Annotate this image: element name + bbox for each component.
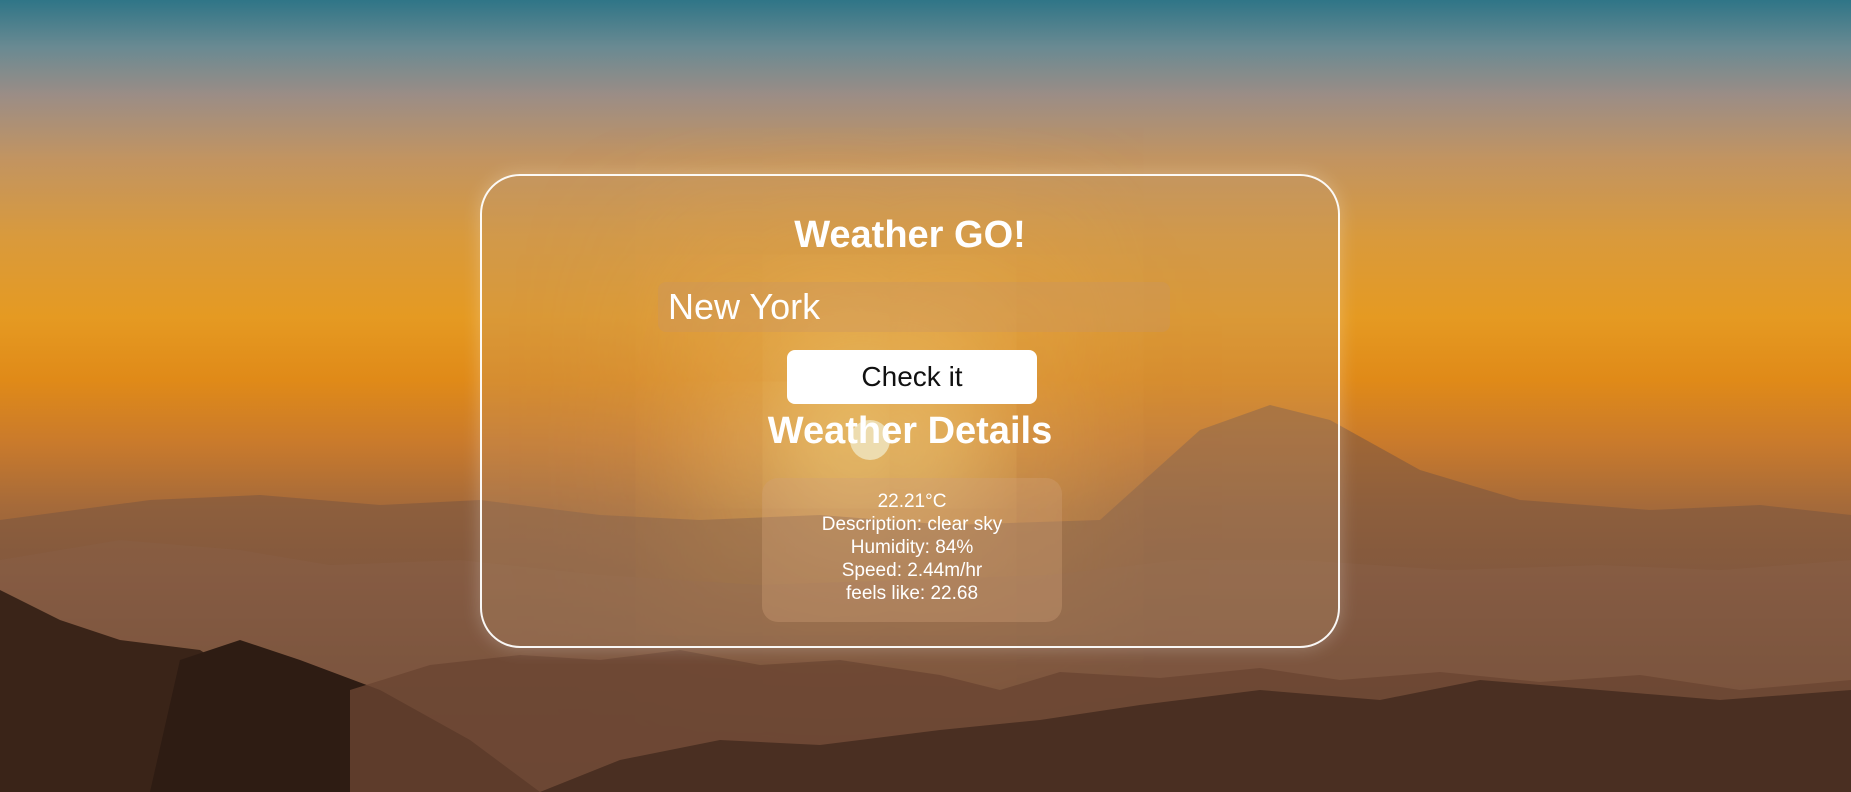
weather-details-panel: 22.21°C Description: clear sky Humidity:… — [762, 478, 1062, 622]
app-title: Weather GO! — [794, 214, 1026, 256]
weather-details-heading: Weather Details — [767, 410, 1053, 452]
city-search-input[interactable] — [658, 282, 1170, 332]
feels-like-value: feels like: 22.68 — [845, 583, 979, 604]
humidity-value: Humidity: 84% — [850, 537, 974, 558]
description-value: Description: clear sky — [821, 514, 1003, 535]
check-it-button[interactable]: Check it — [787, 350, 1037, 404]
wind-speed-value: Speed: 2.44m/hr — [841, 560, 983, 581]
sunset-background: Weather GO! Check it Weather Details 22.… — [0, 0, 1851, 792]
temperature-value: 22.21°C — [877, 491, 947, 512]
weather-card: Weather GO! Check it Weather Details 22.… — [480, 174, 1340, 648]
